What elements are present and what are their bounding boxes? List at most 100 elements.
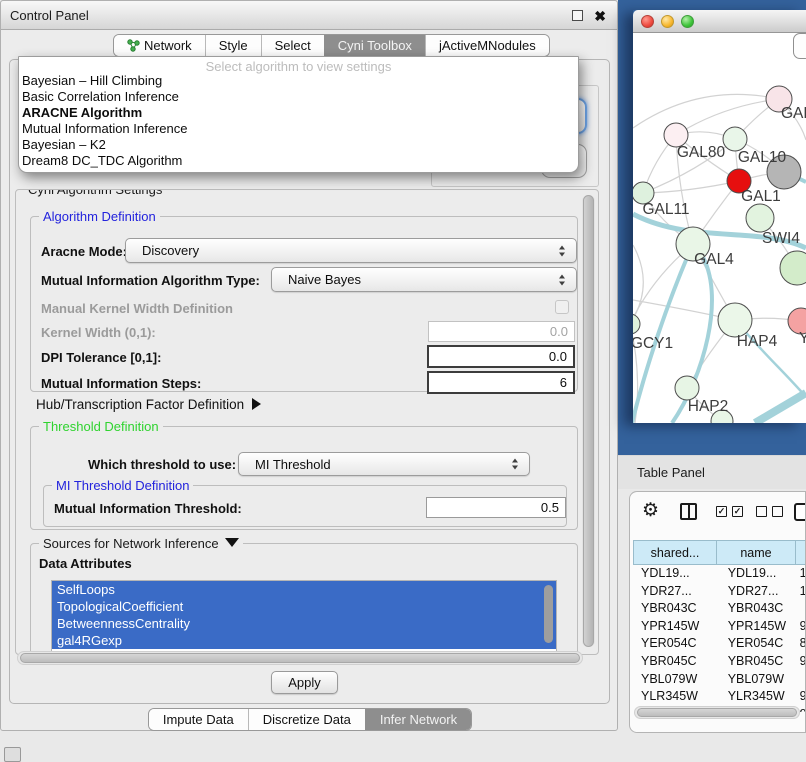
tab-jactivemnodules[interactable]: jActiveMNodules xyxy=(425,35,549,56)
node-label-gcy1: GCY1 xyxy=(633,335,673,352)
algorithm-option[interactable]: ARACNE Algorithm xyxy=(19,105,578,121)
checked-checkbox-icon[interactable]: ✓ xyxy=(716,506,727,517)
network-edge[interactable] xyxy=(633,94,779,128)
algorithm-definition-group: Algorithm Definition Aracne Mode: Discov… xyxy=(30,216,578,392)
bottom-tab-impute-data[interactable]: Impute Data xyxy=(149,709,248,730)
threshold-definition-title: Threshold Definition xyxy=(39,419,163,434)
algorithm-dropdown-popup: Select algorithm to view settings Bayesi… xyxy=(18,56,579,173)
table-panel-bar[interactable]: Table Panel xyxy=(618,455,806,489)
checked-checkbox-icon[interactable]: ✓ xyxy=(732,506,743,517)
attribute-item[interactable]: SelfLoops xyxy=(52,581,556,598)
tab-style[interactable]: Style xyxy=(205,35,261,56)
manual-kernel-checkbox[interactable] xyxy=(555,300,569,314)
threshold-definition-group: Threshold Definition Which threshold to … xyxy=(30,426,578,530)
table-header-row: shared...name xyxy=(633,540,806,565)
algorithm-option[interactable]: Basic Correlation Inference xyxy=(19,89,578,105)
table-column-header[interactable]: shared... xyxy=(633,540,717,565)
network-window-titlebar[interactable] xyxy=(633,10,806,33)
settings-vertical-scrollbar[interactable] xyxy=(582,195,595,647)
algorithm-option[interactable]: Bayesian – K2 xyxy=(19,137,578,153)
tab-select[interactable]: Select xyxy=(261,35,324,56)
table-row[interactable]: YBR043CYBR043C xyxy=(633,600,806,618)
bottom-tab-discretize-data[interactable]: Discretize Data xyxy=(248,709,365,730)
control-panel-tabbar: Network StyleSelectCyni ToolboxjActiveMNo… xyxy=(113,34,550,57)
sources-group: Sources for Network Inference Data Attri… xyxy=(30,543,578,655)
algorithm-option[interactable]: Dream8 DC_TDC Algorithm xyxy=(19,153,578,169)
node-swi4[interactable] xyxy=(746,204,774,232)
canvas-control-fragment[interactable] xyxy=(793,33,806,59)
mi-type-select[interactable]: Naive Bayes xyxy=(271,267,577,292)
table-row[interactable]: YER054CYER054C8. xyxy=(633,635,806,653)
mi-threshold-field[interactable]: 0.5 xyxy=(426,497,566,518)
unchecked-checkbox-icon[interactable] xyxy=(756,506,767,517)
zoom-traffic-light[interactable] xyxy=(681,15,694,28)
combo-arrows-icon xyxy=(559,245,566,256)
float-window-icon[interactable] xyxy=(572,10,583,21)
node-label-gal10: GAL10 xyxy=(738,149,787,166)
table-row[interactable]: YDR27...YDR27...12 xyxy=(633,583,806,601)
document-icon[interactable] xyxy=(794,503,806,521)
table-body: YDL19...YDL19...13YDR27...YDR27...12YBR0… xyxy=(633,565,806,712)
tab-cyni-toolbox[interactable]: Cyni Toolbox xyxy=(324,35,425,56)
aracne-mode-select[interactable]: Discovery xyxy=(125,238,577,263)
aracne-mode-label: Aracne Mode: xyxy=(41,244,127,259)
cyni-settings-group: Cyni Algorithm Settings Algorithm Defini… xyxy=(15,189,599,655)
node-gcy1[interactable] xyxy=(633,314,640,334)
attributes-scrollbar[interactable] xyxy=(544,585,553,643)
tab-label: Network xyxy=(144,35,192,56)
bottom-tab-infer-network[interactable]: Infer Network xyxy=(365,709,471,730)
data-attributes-label: Data Attributes xyxy=(39,556,132,571)
kernel-width-field[interactable]: 0.0 xyxy=(428,321,575,342)
close-icon[interactable]: ✖ xyxy=(594,6,606,26)
node-gal10[interactable] xyxy=(723,127,747,151)
mi-steps-label: Mutual Information Steps: xyxy=(41,376,201,391)
mi-steps-field[interactable]: 6 xyxy=(427,371,575,394)
table-cell: YLR345W xyxy=(633,688,716,706)
algorithm-option[interactable]: Mutual Information Inference xyxy=(19,121,578,137)
table-column-header[interactable]: name xyxy=(717,540,796,565)
which-threshold-select[interactable]: MI Threshold xyxy=(238,452,530,476)
table-cell: YPR145W xyxy=(633,618,716,636)
unchecked-checkbox-icon[interactable] xyxy=(772,506,783,517)
network-edge[interactable] xyxy=(633,245,643,324)
attribute-item[interactable]: BetweennessCentrality xyxy=(52,615,556,632)
network-canvas[interactable]: GALGAL80GAL10GAL1GAL11SWI4GAL4GCY1HAP4YH… xyxy=(633,33,806,423)
hub-section-label: Hub/Transcription Factor Definition xyxy=(36,397,244,412)
settings-horizontal-scrollbar[interactable] xyxy=(17,651,583,665)
attribute-item[interactable]: TopologicalCoefficient xyxy=(52,598,556,615)
network-edge[interactable] xyxy=(755,393,806,423)
node-label-gal1: GAL1 xyxy=(741,188,781,205)
table-row[interactable]: YBR045CYBR045C9. xyxy=(633,653,806,671)
node-big-green[interactable] xyxy=(780,251,806,285)
table-cell: YLR345W xyxy=(716,688,794,706)
minimized-window-icon[interactable] xyxy=(4,747,21,762)
minimize-traffic-light[interactable] xyxy=(661,15,674,28)
sources-group-title[interactable]: Sources for Network Inference xyxy=(39,536,243,551)
control-panel-titlebar[interactable]: Control Panel ✖ xyxy=(1,1,617,30)
table-horizontal-scrollbar[interactable] xyxy=(634,706,800,719)
table-cell: 9. xyxy=(794,618,806,636)
table-row[interactable]: YBL079WYBL079W xyxy=(633,671,806,689)
table-cell: YBR043C xyxy=(716,600,794,618)
node-label-gal4: GAL4 xyxy=(694,251,734,268)
table-cell: YDL19... xyxy=(633,565,716,583)
algorithm-option[interactable]: Bayesian – Hill Climbing xyxy=(19,73,578,89)
table-row[interactable]: YDL19...YDL19...13 xyxy=(633,565,806,583)
close-traffic-light[interactable] xyxy=(641,15,654,28)
dpi-tolerance-field[interactable]: 0.0 xyxy=(427,345,575,368)
combo-arrows-icon xyxy=(559,274,566,285)
column-layout-icon[interactable] xyxy=(680,503,697,520)
hub-section-toggle[interactable]: Hub/Transcription Factor Definition xyxy=(36,396,261,414)
table-column-header[interactable] xyxy=(796,540,806,565)
table-row[interactable]: YPR145WYPR145W9. xyxy=(633,618,806,636)
table-row[interactable]: YLR345WYLR345W9. xyxy=(633,688,806,706)
apply-button[interactable]: Apply xyxy=(271,671,338,694)
tab-network[interactable]: Network xyxy=(114,35,205,56)
table-cell: YPR145W xyxy=(716,618,794,636)
table-cell: YBR043C xyxy=(633,600,716,618)
gear-icon[interactable]: ⚙ xyxy=(642,501,659,521)
node-hap2[interactable] xyxy=(675,376,699,400)
table-cell xyxy=(794,600,806,618)
attribute-item[interactable]: gal4RGexp xyxy=(52,632,556,649)
node-hap4[interactable] xyxy=(718,303,752,337)
